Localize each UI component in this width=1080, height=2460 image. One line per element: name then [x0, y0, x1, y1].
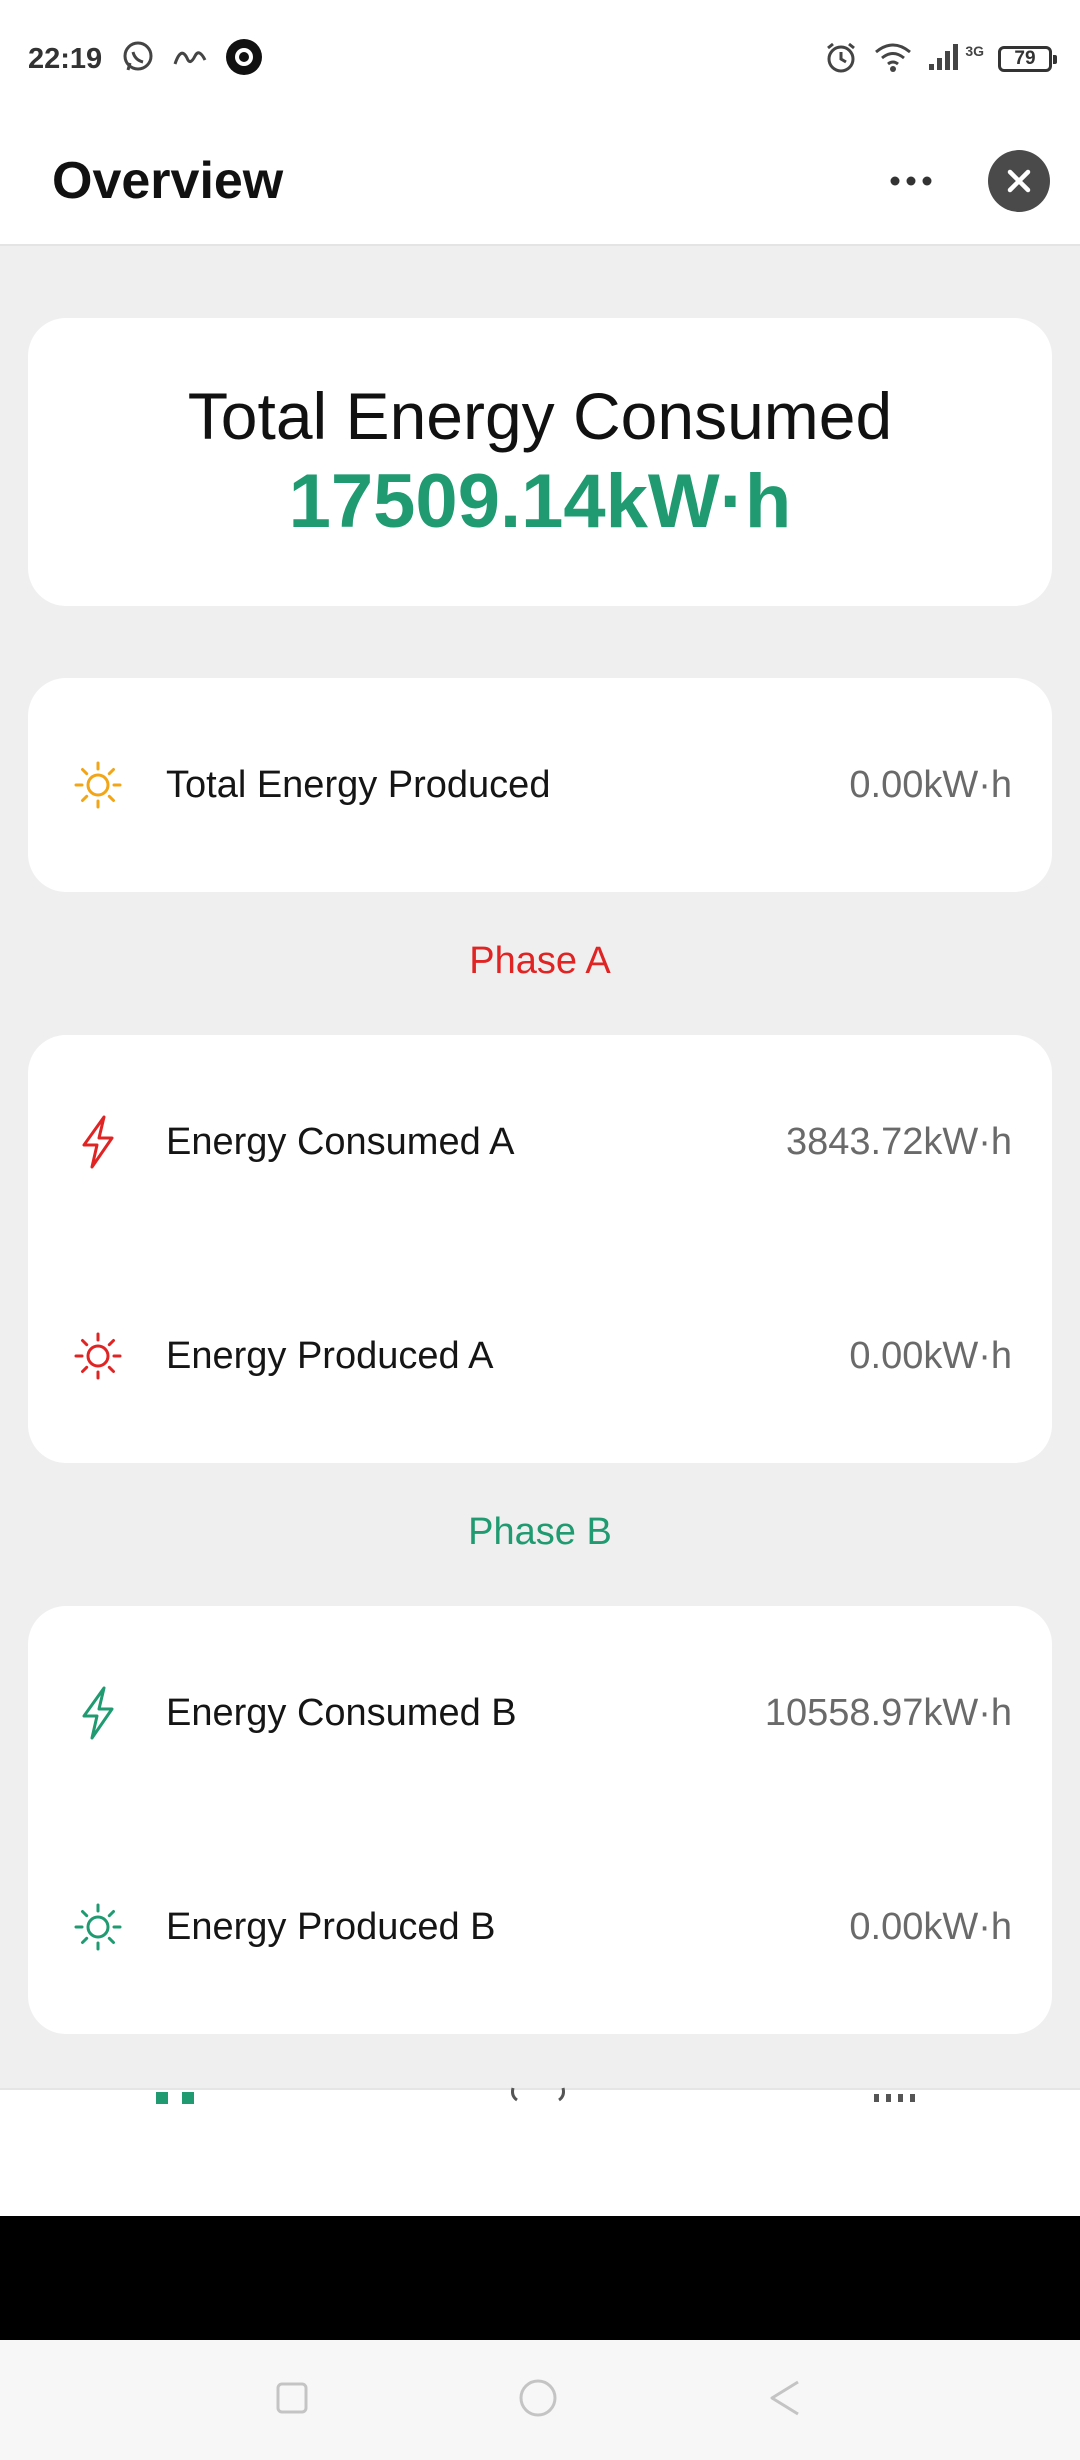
device-icon	[511, 2087, 565, 2102]
back-triangle-icon	[770, 2380, 799, 2415]
network-type: 3G	[965, 43, 984, 59]
nav-home-tab[interactable]	[152, 2084, 222, 2106]
sun-icon	[70, 1899, 126, 1955]
page-title: Overview	[52, 152, 284, 210]
phase-a-card: Energy Consumed A 3843.72kW·h Energy Pro…	[28, 1035, 1052, 1463]
more-dots-icon	[890, 176, 932, 186]
close-button[interactable]	[988, 150, 1050, 212]
square-icon	[276, 2382, 308, 2413]
battery-indicator: 79	[998, 46, 1057, 72]
total-produced-card: Total Energy Produced 0.00kW·h	[28, 678, 1052, 892]
total-consumed-label: Total Energy Consumed	[187, 379, 893, 453]
signal-icon	[927, 42, 961, 77]
phase-a-consumed-row: Energy Consumed A 3843.72kW·h	[28, 1082, 1052, 1202]
total-produced-label: Total Energy Produced	[166, 763, 551, 806]
status-time: 22:19	[28, 42, 103, 75]
system-navigation-bar	[0, 2340, 1080, 2460]
total-consumed-value: 17509.14kW·h	[288, 459, 792, 544]
total-consumed-card: Total Energy Consumed 17509.14kW·h	[28, 318, 1052, 606]
whatsapp-icon	[120, 39, 156, 80]
phase-b-produced-value: 0.00kW·h	[849, 1905, 1012, 1948]
phase-a-produced-row: Energy Produced A 0.00kW·h	[28, 1296, 1052, 1416]
nav-more-tab[interactable]	[864, 2084, 934, 2106]
circle-icon	[519, 2379, 557, 2416]
sun-icon	[70, 757, 126, 813]
bottom-navigation	[0, 2087, 1080, 2218]
app-header: Overview	[0, 118, 1080, 246]
phase-b-card: Energy Consumed B 10558.97kW·h Energy Pr…	[28, 1606, 1052, 2034]
phase-b-consumed-value: 10558.97kW·h	[764, 1691, 1012, 1734]
phase-a-consumed-label: Energy Consumed A	[166, 1120, 515, 1163]
more-menu-icon	[874, 2094, 915, 2102]
nav-device-tab[interactable]	[505, 2084, 575, 2106]
recent-apps-button[interactable]	[272, 2378, 312, 2423]
phase-b-produced-label: Energy Produced B	[166, 1905, 496, 1948]
more-options-button[interactable]	[874, 151, 948, 211]
wifi-icon	[873, 40, 913, 79]
back-button[interactable]	[764, 2376, 808, 2425]
total-produced-value: 0.00kW·h	[849, 763, 1012, 806]
home-button[interactable]	[516, 2376, 560, 2425]
sun-icon	[70, 1328, 126, 1384]
app-badge-icon	[224, 37, 264, 82]
phase-a-produced-value: 0.00kW·h	[849, 1334, 1012, 1377]
phase-b-consumed-label: Energy Consumed B	[166, 1691, 517, 1734]
close-icon	[1007, 169, 1031, 193]
home-grid-icon	[156, 2092, 194, 2104]
signature-icon	[172, 42, 208, 77]
overlay-band	[0, 2216, 1080, 2340]
alarm-icon	[823, 39, 859, 80]
phase-a-title: Phase A	[469, 940, 611, 982]
phase-b-produced-row: Energy Produced B 0.00kW·h	[28, 1867, 1052, 1987]
phase-a-consumed-value: 3843.72kW·h	[785, 1120, 1012, 1163]
lightning-icon	[70, 1685, 126, 1741]
phase-a-produced-label: Energy Produced A	[166, 1334, 494, 1377]
total-produced-row: Total Energy Produced 0.00kW·h	[28, 725, 1052, 845]
lightning-icon	[70, 1114, 126, 1170]
status-bar: 22:19 3G 79	[0, 0, 1080, 118]
phase-b-title: Phase B	[468, 1511, 612, 1553]
phase-b-consumed-row: Energy Consumed B 10558.97kW·h	[28, 1653, 1052, 1773]
